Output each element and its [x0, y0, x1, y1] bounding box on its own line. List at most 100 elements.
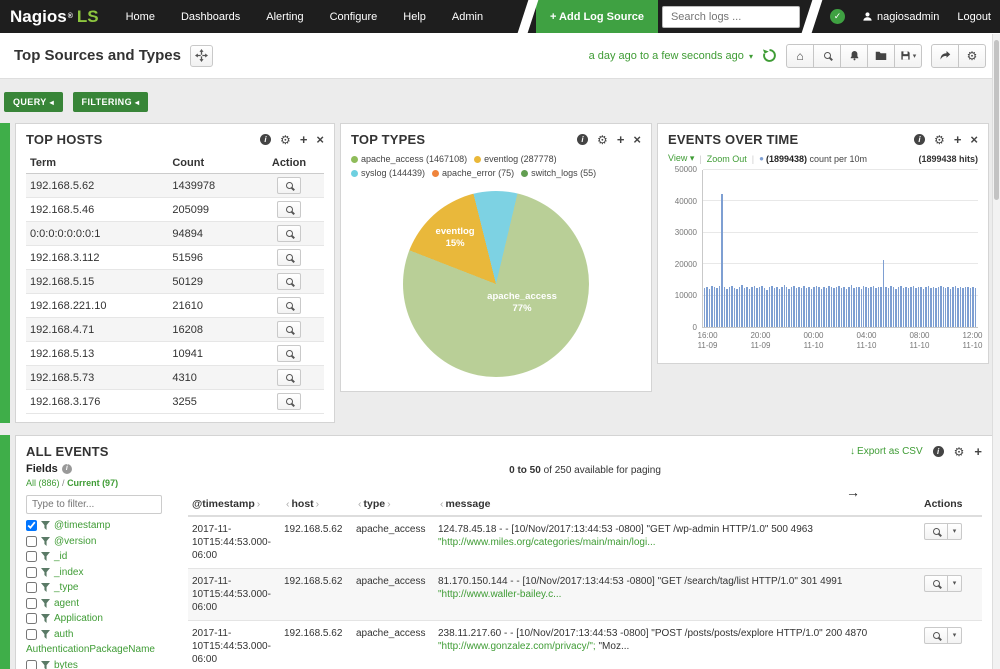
field-name[interactable]: _type — [54, 582, 78, 593]
share-button[interactable] — [931, 44, 959, 68]
histogram-bar[interactable] — [950, 289, 951, 327]
filter-icon[interactable] — [41, 661, 50, 669]
field-name[interactable]: bytes — [54, 660, 78, 669]
filtering-toggle-button[interactable]: FILTERING◂ — [73, 92, 149, 112]
field-name[interactable]: AuthenticationPackageName — [26, 644, 155, 655]
histogram-bar[interactable] — [803, 286, 804, 327]
column-header-host[interactable]: ‹host› — [280, 494, 352, 516]
histogram-bar[interactable] — [910, 287, 911, 327]
filter-icon[interactable] — [41, 583, 50, 592]
query-toggle-button[interactable]: QUERY◂ — [4, 92, 63, 112]
histogram-bar[interactable] — [751, 287, 752, 327]
histogram-bar[interactable] — [895, 289, 896, 327]
nav-item-alerting[interactable]: Alerting — [253, 0, 316, 33]
histogram-bar[interactable] — [851, 285, 852, 327]
plus-icon[interactable]: + — [954, 133, 962, 146]
histogram-bar[interactable] — [848, 287, 849, 327]
filter-icon[interactable] — [41, 568, 50, 577]
host-search-button[interactable] — [277, 321, 301, 338]
histogram-bar[interactable] — [769, 287, 770, 327]
move-column-right-icon[interactable]: › — [257, 498, 261, 510]
histogram-bar[interactable] — [846, 289, 847, 327]
move-column-left-icon[interactable]: ‹ — [440, 498, 444, 510]
histogram-bar[interactable] — [853, 288, 854, 327]
scrollbar-thumb[interactable] — [994, 40, 999, 200]
histogram-bar[interactable] — [818, 287, 819, 327]
histogram-bar[interactable] — [908, 288, 909, 327]
info-icon[interactable]: i — [577, 134, 588, 145]
event-dropdown-button[interactable]: ▾ — [947, 575, 962, 592]
event-search-button[interactable] — [924, 523, 948, 540]
legend-item[interactable]: eventlog (287778) — [474, 153, 557, 166]
histogram-bar[interactable] — [893, 287, 894, 327]
export-csv-link[interactable]: ↓Export as CSV — [850, 446, 923, 457]
histogram-bar[interactable] — [704, 288, 705, 327]
histogram-bar[interactable] — [828, 286, 829, 327]
histogram-bar[interactable] — [826, 288, 827, 327]
histogram-bar[interactable] — [766, 290, 767, 327]
histogram-bar[interactable] — [724, 287, 725, 327]
histogram-bar[interactable] — [925, 287, 926, 328]
histogram-bar[interactable] — [905, 287, 906, 328]
histogram-bar[interactable] — [868, 288, 869, 327]
histogram-bar[interactable] — [957, 288, 958, 327]
host-search-button[interactable] — [277, 393, 301, 410]
row-drag-handle[interactable] — [0, 435, 10, 669]
host-search-button[interactable] — [277, 297, 301, 314]
info-icon[interactable]: i — [62, 464, 72, 474]
histogram-bar[interactable] — [885, 287, 886, 327]
info-icon[interactable]: i — [914, 134, 925, 145]
status-check-icon[interactable]: ✓ — [830, 9, 845, 24]
histogram-bar[interactable] — [878, 287, 879, 327]
histogram-bar[interactable] — [746, 287, 747, 327]
nav-item-help[interactable]: Help — [390, 0, 439, 33]
histogram-bar[interactable] — [863, 286, 864, 327]
histogram-bar[interactable] — [972, 287, 973, 327]
event-search-button[interactable] — [924, 575, 948, 592]
field-checkbox[interactable] — [26, 660, 37, 669]
histogram-bar[interactable] — [920, 287, 921, 327]
histogram-bar[interactable] — [709, 289, 710, 327]
save-dashboard-button[interactable]: ▾ — [894, 44, 922, 68]
field-checkbox[interactable] — [26, 567, 37, 578]
close-icon[interactable]: × — [316, 133, 324, 146]
histogram-bar[interactable] — [933, 287, 934, 327]
field-checkbox[interactable] — [26, 551, 37, 562]
move-column-right-icon[interactable]: › — [316, 498, 320, 510]
histogram-bar[interactable] — [731, 286, 732, 327]
histogram-bar[interactable] — [923, 289, 924, 327]
filter-icon[interactable] — [41, 521, 50, 530]
histogram-bar[interactable] — [796, 288, 797, 327]
histogram-bar[interactable] — [888, 288, 889, 327]
histogram-bar[interactable] — [806, 288, 807, 327]
fields-current-link[interactable]: Current (97) — [67, 478, 118, 488]
histogram-bar[interactable] — [719, 286, 720, 327]
histogram-bar[interactable] — [965, 287, 966, 327]
filter-icon[interactable] — [41, 630, 50, 639]
histogram-bar[interactable] — [749, 289, 750, 327]
field-name[interactable]: agent — [54, 598, 79, 609]
row-drag-handle[interactable] — [0, 123, 10, 423]
histogram-bar[interactable] — [900, 286, 901, 327]
histogram-bar[interactable] — [930, 288, 931, 327]
filter-icon[interactable] — [41, 552, 50, 561]
histogram-bar[interactable] — [856, 287, 857, 327]
nav-item-admin[interactable]: Admin — [439, 0, 496, 33]
message-link[interactable]: "http://www.waller-bailey.c... — [438, 589, 561, 600]
host-search-button[interactable] — [277, 249, 301, 266]
message-link[interactable]: "http://www.miles.org/categories/main/ma… — [438, 537, 656, 548]
histogram-bar[interactable] — [726, 289, 727, 327]
histogram-bar[interactable] — [918, 287, 919, 327]
alerts-button[interactable] — [840, 44, 868, 68]
plus-icon[interactable]: + — [974, 445, 982, 458]
histogram-bar[interactable] — [779, 289, 780, 327]
histogram-bar[interactable] — [870, 287, 871, 327]
info-icon[interactable]: i — [260, 134, 271, 145]
histogram-bar[interactable] — [759, 287, 760, 327]
filter-icon[interactable] — [41, 614, 50, 623]
close-icon[interactable]: × — [633, 133, 641, 146]
histogram-bar[interactable] — [962, 288, 963, 327]
nav-item-home[interactable]: Home — [113, 0, 168, 33]
message-link[interactable]: "http://www.gonzalez.com/privacy/"; — [438, 641, 596, 652]
histogram-bar[interactable] — [776, 287, 777, 327]
